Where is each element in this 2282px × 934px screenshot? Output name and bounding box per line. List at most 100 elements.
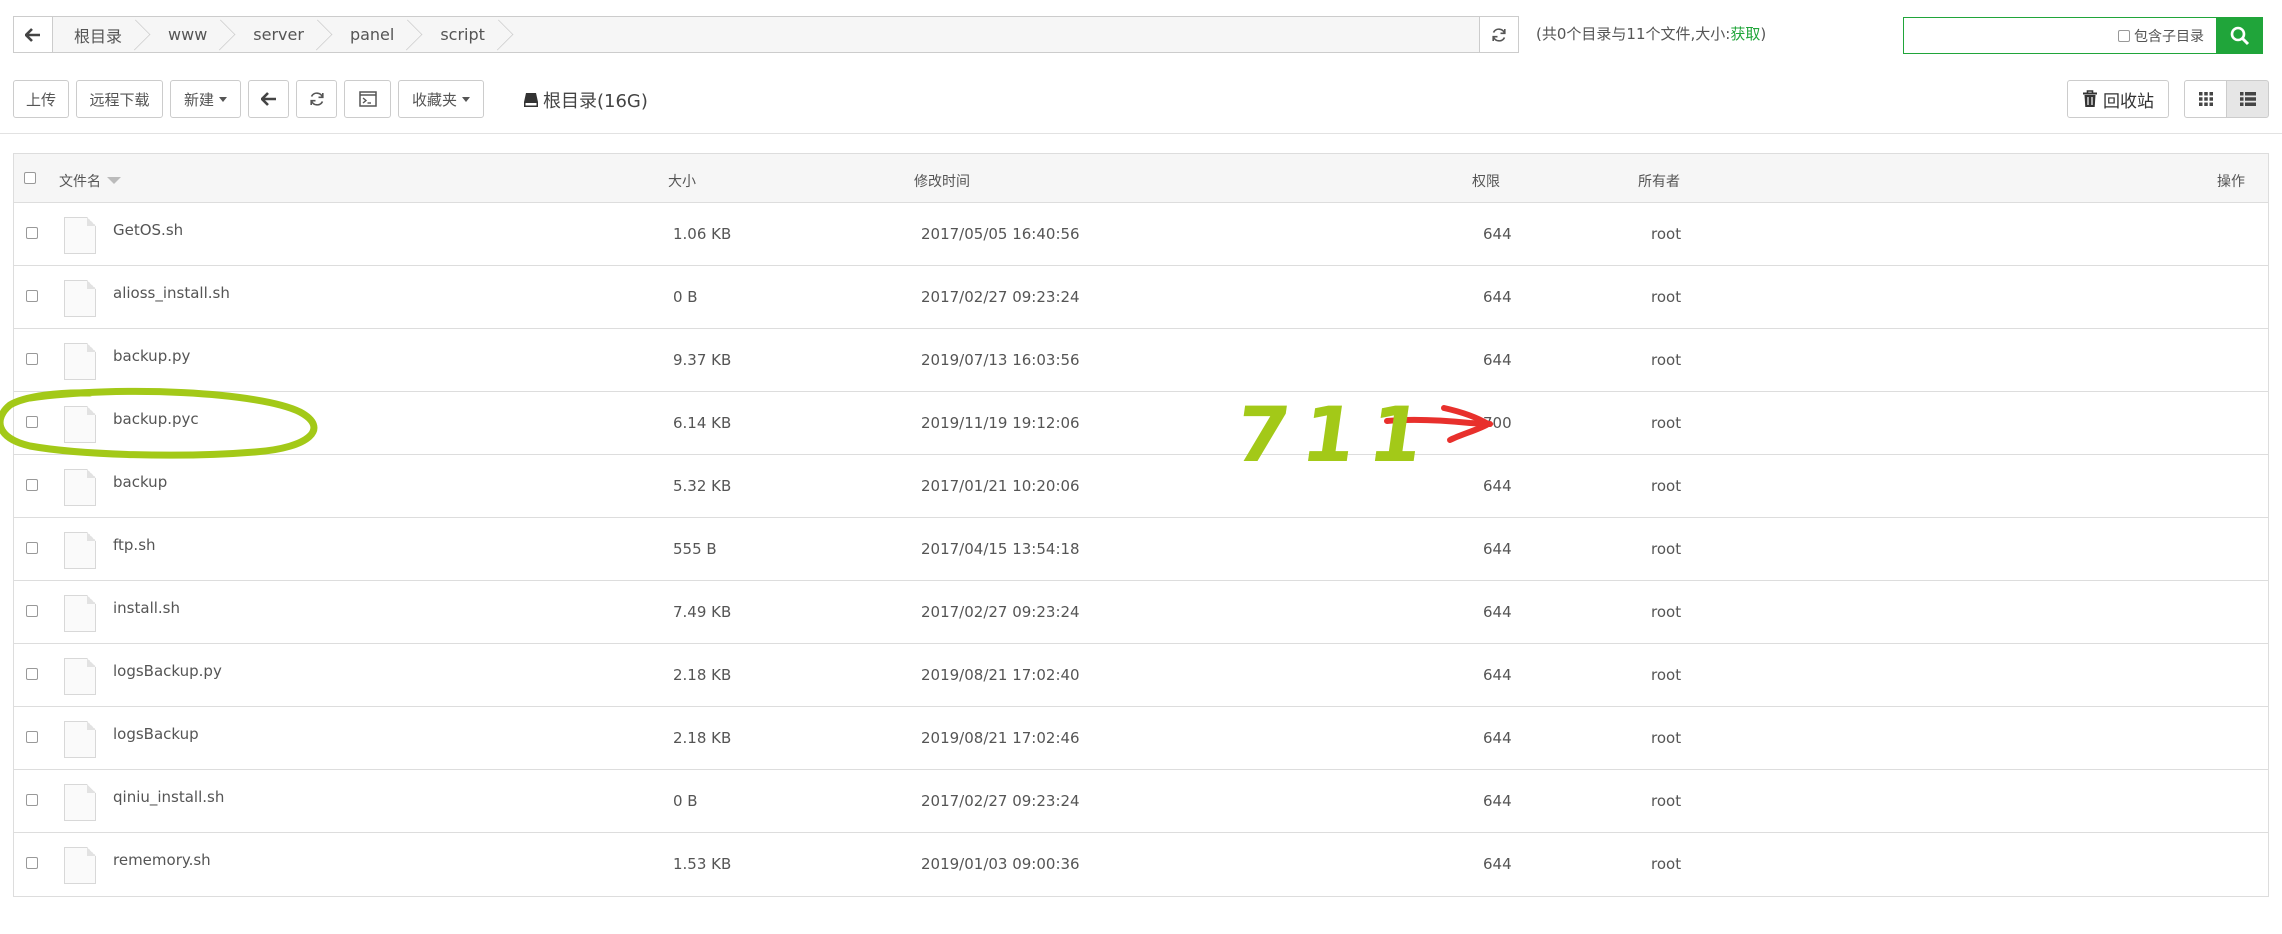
file-permission[interactable]: 644	[1483, 603, 1512, 621]
new-dropdown-button[interactable]: 新建	[170, 80, 241, 118]
file-owner[interactable]: root	[1651, 288, 1681, 306]
file-name[interactable]: rememory.sh	[113, 851, 211, 869]
file-permission[interactable]: 644	[1483, 288, 1512, 306]
row-checkbox[interactable]	[26, 353, 38, 365]
row-checkbox[interactable]	[26, 542, 38, 554]
path-back-button[interactable]	[14, 17, 53, 52]
row-checkbox[interactable]	[26, 857, 38, 869]
file-name[interactable]: alioss_install.sh	[113, 284, 230, 302]
table-row[interactable]: logsBackup.py 2.18 KB 2019/08/21 17:02:40 6…	[14, 644, 2268, 707]
file-name[interactable]: logsBackup	[113, 725, 199, 743]
grid-view-button[interactable]	[2184, 80, 2227, 118]
favorites-label: 收藏夹	[412, 90, 458, 109]
back-button[interactable]	[248, 80, 289, 118]
file-permission[interactable]: 644	[1483, 666, 1512, 684]
file-name[interactable]: backup.py	[113, 347, 190, 365]
table-row[interactable]: backup.py 9.37 KB 2019/07/13 16:03:56 644 ro…	[14, 329, 2268, 392]
file-permission[interactable]: 700	[1483, 414, 1512, 432]
file-owner[interactable]: root	[1651, 855, 1681, 873]
file-name[interactable]: install.sh	[113, 599, 180, 617]
column-header-owner[interactable]: 所有者	[1638, 171, 1680, 191]
file-permission[interactable]: 644	[1483, 729, 1512, 747]
file-permission[interactable]: 644	[1483, 792, 1512, 810]
select-all-checkbox[interactable]	[24, 172, 36, 184]
file-owner[interactable]: root	[1651, 792, 1681, 810]
disk-label: 根目录(16G)	[543, 91, 648, 112]
search-button[interactable]	[2216, 17, 2263, 54]
table-row[interactable]: logsBackup 2.18 KB 2019/08/21 17:02:46 644 r…	[14, 707, 2268, 770]
terminal-button[interactable]	[344, 80, 391, 118]
file-name[interactable]: backup	[113, 473, 167, 491]
column-header-name[interactable]: 文件名	[59, 171, 121, 191]
view-switcher	[2184, 80, 2269, 118]
file-name[interactable]: backup.pyc	[113, 410, 199, 428]
list-view-button[interactable]	[2226, 80, 2269, 118]
breadcrumb-item-panel[interactable]: panel	[329, 17, 419, 52]
file-name[interactable]: qiniu_install.sh	[113, 788, 224, 806]
file-permission[interactable]: 644	[1483, 477, 1512, 495]
file-owner[interactable]: root	[1651, 540, 1681, 558]
file-icon	[64, 721, 96, 758]
column-header-mtime[interactable]: 修改时间	[914, 171, 970, 191]
file-owner[interactable]: root	[1651, 729, 1681, 747]
table-row[interactable]: rememory.sh 1.53 KB 2019/01/03 09:00:36 644…	[14, 833, 2268, 896]
table-row[interactable]: qiniu_install.sh 0 B 2017/02/27 09:23:24 64…	[14, 770, 2268, 833]
upload-button[interactable]: 上传	[13, 80, 69, 118]
file-permission[interactable]: 644	[1483, 540, 1512, 558]
include-subdirs-toggle[interactable]: 包含子目录	[2118, 26, 2204, 46]
file-owner[interactable]: root	[1651, 351, 1681, 369]
favorites-dropdown-button[interactable]: 收藏夹	[398, 80, 484, 118]
file-permission[interactable]: 644	[1483, 225, 1512, 243]
file-owner[interactable]: root	[1651, 666, 1681, 684]
row-checkbox[interactable]	[26, 290, 38, 302]
file-permission[interactable]: 644	[1483, 855, 1512, 873]
include-subdirs-label: 包含子目录	[2134, 28, 2204, 45]
table-row[interactable]: backup.pyc 6.14 KB 2019/11/19 19:12:06 700 r…	[14, 392, 2268, 455]
table-row[interactable]: backup 5.32 KB 2017/01/21 10:20:06 644 root	[14, 455, 2268, 518]
search-input[interactable]: 包含子目录	[1903, 17, 2216, 54]
breadcrumb-item-server[interactable]: server	[232, 17, 329, 52]
file-name[interactable]: logsBackup.py	[113, 662, 222, 680]
column-header-perm[interactable]: 权限	[1472, 171, 1500, 191]
breadcrumb-item-script[interactable]: script	[419, 17, 510, 52]
row-checkbox[interactable]	[26, 605, 38, 617]
column-header-size[interactable]: 大小	[668, 171, 696, 191]
breadcrumb-item-root[interactable]: 根目录	[53, 17, 147, 52]
summary-get-size-link[interactable]: 获取	[1730, 25, 1760, 43]
row-checkbox[interactable]	[26, 794, 38, 806]
recycle-bin-button[interactable]: 回收站	[2067, 80, 2169, 118]
file-owner[interactable]: root	[1651, 477, 1681, 495]
file-mtime: 2019/01/03 09:00:36	[921, 855, 1080, 873]
breadcrumb: 根目录 www server panel script	[53, 17, 1479, 52]
table-row[interactable]: install.sh 7.49 KB 2017/02/27 09:23:24 644 r…	[14, 581, 2268, 644]
file-size: 0 B	[673, 288, 698, 306]
row-checkbox[interactable]	[26, 416, 38, 428]
table-row[interactable]: alioss_install.sh 0 B 2017/02/27 09:23:24 6…	[14, 266, 2268, 329]
file-size: 1.06 KB	[673, 225, 732, 243]
row-checkbox[interactable]	[26, 479, 38, 491]
list-view-icon	[2239, 92, 2256, 106]
breadcrumb-item-www[interactable]: www	[147, 17, 232, 52]
file-owner[interactable]: root	[1651, 225, 1681, 243]
refresh-button[interactable]	[296, 80, 337, 118]
remote-download-button[interactable]: 远程下载	[76, 80, 163, 118]
file-owner[interactable]: root	[1651, 414, 1681, 432]
table-row[interactable]: GetOS.sh 1.06 KB 2017/05/05 16:40:56 644 roo…	[14, 203, 2268, 266]
table-row[interactable]: ftp.sh 555 B 2017/04/15 13:54:18 644 root	[14, 518, 2268, 581]
disk-selector[interactable]: 根目录(16G)	[523, 87, 648, 113]
file-mtime: 2019/08/21 17:02:46	[921, 729, 1080, 747]
file-size: 7.49 KB	[673, 603, 732, 621]
file-name[interactable]: ftp.sh	[113, 536, 156, 554]
row-checkbox[interactable]	[26, 668, 38, 680]
path-refresh-button[interactable]	[1479, 17, 1518, 52]
file-owner[interactable]: root	[1651, 603, 1681, 621]
file-mtime: 2017/04/15 13:54:18	[921, 540, 1080, 558]
row-checkbox[interactable]	[26, 227, 38, 239]
search-area: 包含子目录	[1903, 17, 2263, 54]
row-checkbox[interactable]	[26, 731, 38, 743]
file-name[interactable]: GetOS.sh	[113, 221, 183, 239]
file-permission[interactable]: 644	[1483, 351, 1512, 369]
recycle-bin-label: 回收站	[2103, 91, 2154, 112]
include-subdirs-checkbox[interactable]	[2118, 29, 2130, 42]
arrow-left-icon	[25, 27, 40, 42]
